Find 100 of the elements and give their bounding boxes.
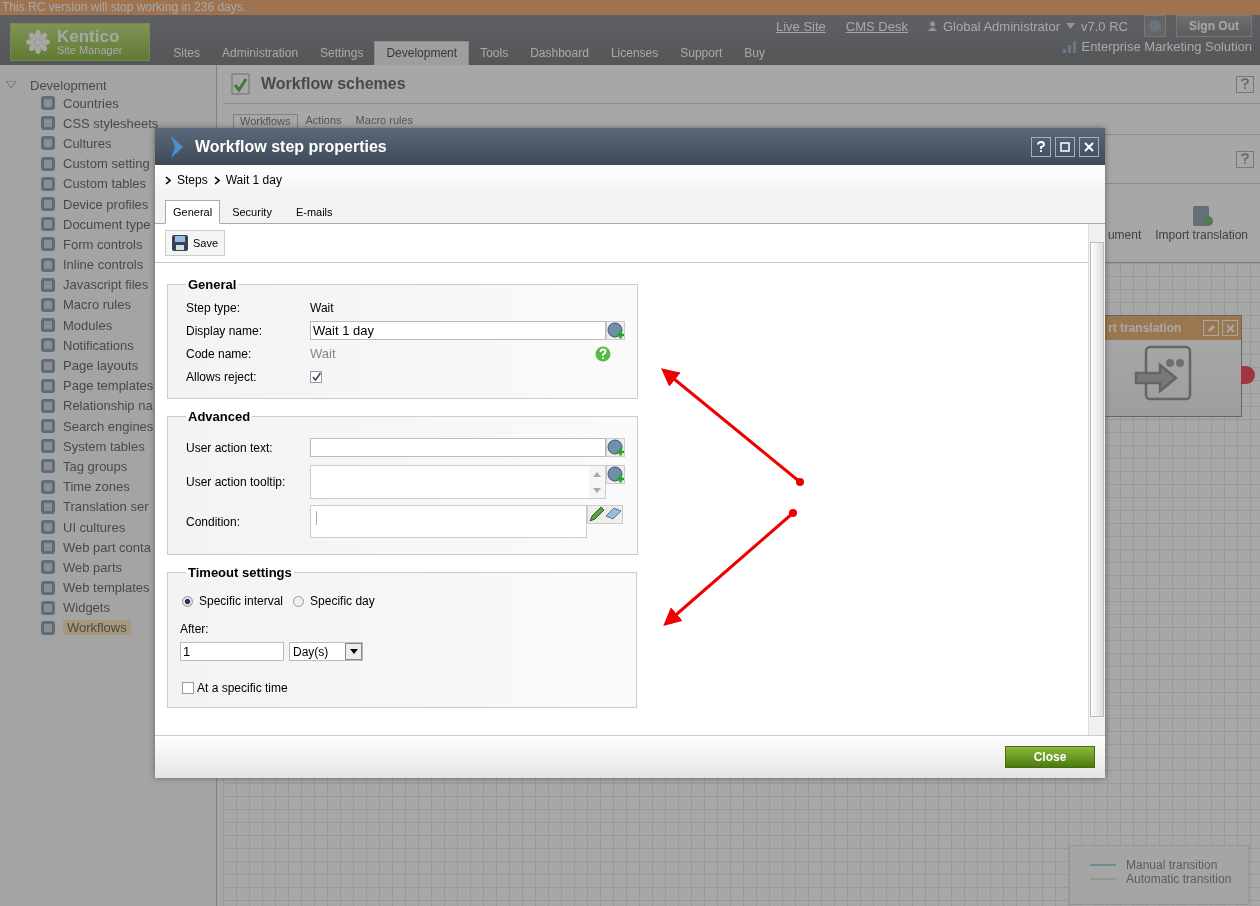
nav-tab[interactable]: Tools [469, 42, 520, 65]
tree-item[interactable]: Macro rules [63, 297, 131, 313]
nav-tab[interactable]: Licenses [599, 42, 670, 65]
tree-item[interactable]: UI cultures [63, 519, 126, 535]
version-label: v7.0 RC [1081, 18, 1128, 34]
connection-point[interactable] [1241, 366, 1255, 384]
tree-item[interactable]: CSS stylesheets [63, 115, 159, 131]
field-label: Code name: [186, 346, 253, 361]
user-menu[interactable]: Global Administrator [942, 18, 1061, 34]
nav-tab[interactable]: Sites [162, 42, 212, 65]
tree-item[interactable]: Tag groups [63, 458, 128, 474]
logo-name: Kentico [57, 28, 121, 45]
help-button[interactable] [1031, 136, 1051, 157]
nav-tab[interactable]: Dashboard [519, 42, 600, 65]
caret-icon[interactable] [1066, 23, 1076, 29]
tree-item[interactable]: Relationship na [63, 398, 153, 414]
tree-item[interactable]: Cultures [63, 135, 112, 151]
tree-item[interactable]: Notifications [63, 337, 134, 353]
logo-subtitle: Site Manager [57, 45, 123, 56]
field-label: After: [180, 622, 210, 636]
tree-item[interactable]: Time zones [63, 479, 130, 495]
tree-item[interactable]: Modules [63, 317, 113, 333]
section-title: Advanced [187, 409, 252, 424]
nav-tab[interactable]: Settings [309, 42, 375, 65]
nav-tab[interactable]: Support [669, 42, 734, 65]
maximize-button[interactable] [1055, 136, 1075, 157]
help-icon[interactable] [595, 345, 611, 362]
expand-icon[interactable] [6, 81, 16, 89]
globe-icon [1148, 19, 1162, 33]
scroll-down-icon[interactable] [593, 487, 601, 493]
nav-tab[interactable]: Development [374, 41, 470, 65]
globe-plus-icon[interactable] [606, 465, 625, 484]
edit-button[interactable] [1203, 320, 1219, 336]
tree-item[interactable]: Form controls [63, 236, 143, 252]
tree-item[interactable]: Web parts [63, 559, 122, 575]
eraser-icon[interactable] [605, 506, 622, 520]
input-field[interactable] [310, 438, 606, 457]
tree-item[interactable]: System tables [63, 438, 145, 454]
breadcrumb-item[interactable]: Steps [177, 173, 208, 187]
tree-item[interactable]: Widgets [63, 600, 110, 616]
pencil-icon[interactable] [588, 506, 605, 523]
caret-icon [349, 649, 358, 654]
tree-item[interactable]: Web part conta [63, 539, 151, 555]
header-link[interactable]: CMS Desk [845, 18, 908, 34]
input-field[interactable]: 1 [180, 642, 284, 661]
unit-dropdown[interactable]: Day(s) [289, 642, 363, 661]
globe-plus-icon[interactable] [606, 321, 625, 340]
chevron-icon [169, 134, 185, 159]
tree-item[interactable]: Countries [63, 95, 119, 111]
legend-label: Manual transition [1126, 858, 1218, 872]
radio-button[interactable]: Specific day [293, 594, 375, 608]
nav-tab[interactable]: Buy [733, 42, 776, 65]
save-button[interactable]: Save [165, 230, 226, 256]
flower-icon [25, 29, 51, 55]
page-title: Workflow schemes [261, 75, 406, 93]
tree-item[interactable]: Search engines [63, 418, 154, 434]
field-value: Wait [310, 346, 336, 361]
input-field[interactable]: Wait 1 day [310, 321, 606, 340]
close-button[interactable]: Close [1005, 746, 1095, 768]
field-label: Display name: [186, 323, 264, 338]
node-title: rt translation [1107, 321, 1182, 335]
checkbox[interactable]: At a specific time [182, 681, 288, 695]
radio-button[interactable]: Specific interval [182, 594, 284, 608]
tab[interactable]: E-mails [283, 201, 345, 223]
chevron-icon [213, 175, 220, 185]
tree-item[interactable]: Custom setting [63, 156, 150, 172]
nav-tab[interactable]: Administration [211, 42, 310, 65]
tree-item[interactable]: Device profiles [63, 196, 149, 212]
tab[interactable]: General [165, 200, 221, 224]
legend-label: Automatic transition [1126, 872, 1232, 886]
tree-item[interactable]: Web templates [63, 580, 150, 596]
tree-root[interactable]: Development [30, 77, 107, 93]
field-value: Wait [310, 300, 334, 315]
close-icon [1084, 141, 1094, 152]
globe-plus-icon[interactable] [606, 438, 625, 457]
tree-item[interactable]: Javascript files [63, 277, 149, 293]
toolbar-button[interactable]: ument [1107, 228, 1142, 242]
toolbar-button[interactable]: Import translation [1155, 206, 1248, 242]
scroll-up-icon[interactable] [593, 471, 601, 477]
checkbox[interactable] [310, 370, 322, 383]
tree-item[interactable]: Custom tables [63, 176, 147, 192]
field-label: User action tooltip: [186, 475, 287, 489]
close-button[interactable] [1079, 136, 1099, 157]
globe-button[interactable] [1144, 15, 1166, 37]
tree-item[interactable]: Document type [63, 216, 151, 232]
header-link[interactable]: Live Site [775, 18, 826, 34]
section-title: General [187, 277, 238, 292]
notice-bar: This RC version will stop working in 236 days. [0, 0, 1260, 15]
tree-item[interactable]: Page templates [63, 378, 154, 394]
sign-out-button[interactable]: Sign Out [1176, 15, 1252, 37]
tree-item[interactable]: Inline controls [63, 257, 144, 273]
tree-item[interactable]: Translation ser [63, 499, 149, 515]
scrollbar[interactable] [1088, 224, 1105, 735]
section-title: Timeout settings [187, 565, 293, 580]
field-label: Step type: [186, 300, 242, 315]
tab[interactable]: Security [220, 201, 284, 223]
tree-item[interactable]: Workflows [63, 620, 131, 636]
bars-icon [1063, 40, 1078, 53]
breadcrumb-item: Wait 1 day [225, 173, 282, 187]
tree-item[interactable]: Page layouts [63, 358, 139, 374]
